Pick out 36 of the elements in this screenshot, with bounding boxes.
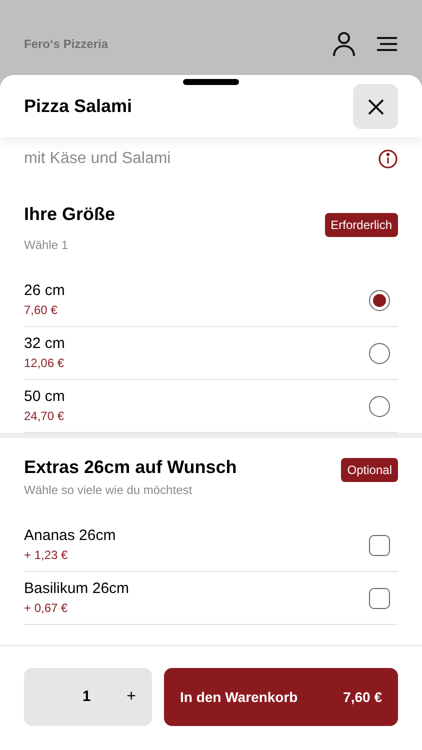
group-tag: Optional bbox=[341, 458, 398, 482]
option-price: 24,70 € bbox=[24, 408, 65, 425]
checkbox[interactable] bbox=[369, 588, 390, 608]
option-name: Ananas 26cm bbox=[24, 526, 116, 546]
add-to-cart-label: In den Warenkorb bbox=[180, 688, 298, 706]
option-price: 12,06 € bbox=[24, 355, 65, 372]
drag-handle[interactable] bbox=[183, 79, 239, 85]
checkbox[interactable] bbox=[369, 534, 390, 556]
group-tag: Erforderlich bbox=[324, 213, 398, 237]
group-hint: Wähle 1 bbox=[24, 237, 70, 254]
radio-button[interactable] bbox=[369, 290, 390, 310]
quantity-stepper[interactable]: 1 + bbox=[24, 668, 152, 726]
user-icon[interactable] bbox=[332, 30, 356, 56]
group-hint: Wähle so viele wie du möchtest bbox=[24, 482, 194, 499]
option-name: Basilikum 26cm bbox=[24, 579, 130, 599]
close-icon bbox=[368, 98, 384, 114]
description: mit Käse und Salami bbox=[24, 149, 171, 169]
option-price: + 0,67 € bbox=[24, 600, 69, 617]
option-price: 7,60 € bbox=[24, 302, 58, 319]
menu-icon[interactable] bbox=[376, 36, 398, 52]
restaurant-name: Fero‘s Pizzeria bbox=[24, 36, 108, 52]
option-name: 32 cm bbox=[24, 334, 65, 354]
group-title: Ihre Größe bbox=[24, 203, 116, 226]
radio-button[interactable] bbox=[369, 342, 390, 364]
close-button[interactable] bbox=[353, 84, 398, 129]
option-name: 50 cm bbox=[24, 387, 65, 407]
sheet-title: Pizza Salami bbox=[24, 95, 132, 118]
add-to-cart-button[interactable]: In den Warenkorb 7,60 € bbox=[164, 668, 398, 726]
option-name: 26 cm bbox=[24, 281, 65, 301]
quantity-value: 1 bbox=[82, 686, 91, 707]
radio-button[interactable] bbox=[369, 396, 390, 416]
plus-button[interactable]: + bbox=[126, 685, 136, 709]
group-title: Extras 26cm auf Wunsch bbox=[24, 456, 237, 479]
option-price: + 1,23 € bbox=[24, 547, 69, 564]
total-price: 7,60 € bbox=[343, 688, 382, 706]
info-icon[interactable] bbox=[378, 149, 398, 169]
